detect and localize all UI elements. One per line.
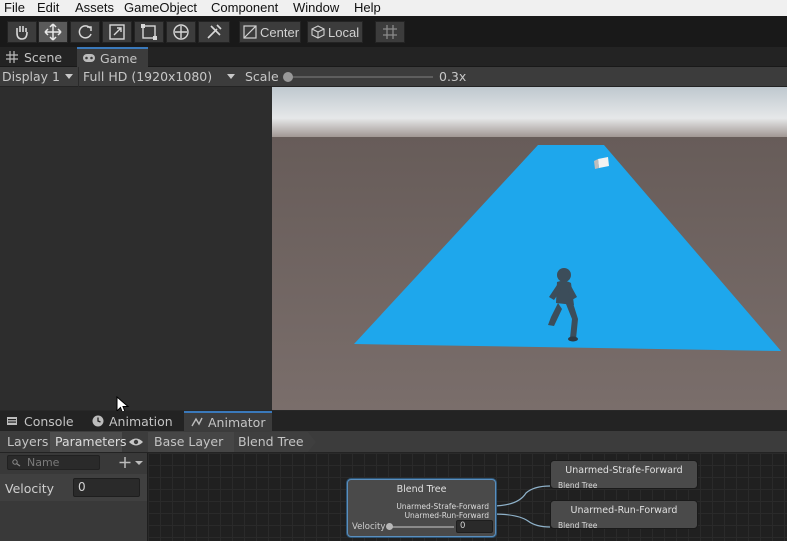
scale-tool-button[interactable] — [102, 21, 132, 43]
breadcrumb-separator — [226, 432, 234, 452]
tab-animation-label: Animation — [109, 413, 173, 429]
game-control-bar: Display 1 Full HD (1920x1080) Scale 0.3x — [0, 67, 787, 87]
resolution-dropdown-value: Full HD (1920x1080) — [83, 69, 213, 84]
gamepad-icon — [83, 54, 95, 62]
menu-help[interactable]: Help — [354, 0, 381, 15]
motion-node-run-forward[interactable]: Unarmed-Run-Forward Blend Tree — [550, 500, 698, 530]
tab-console[interactable]: Console — [2, 411, 82, 431]
view-tab-strip: Scene Game — [0, 47, 787, 67]
rotate-tool-button[interactable] — [70, 21, 100, 43]
tab-game[interactable]: Game — [77, 47, 148, 67]
space-local-label: Local — [328, 24, 360, 40]
cube-icon — [311, 25, 325, 39]
scale-slider-thumb[interactable] — [283, 72, 293, 82]
parameter-search-placeholder: Name — [27, 456, 60, 469]
blend-param-value-field[interactable]: 0 — [456, 520, 493, 533]
tab-animation[interactable]: Animation — [88, 411, 180, 431]
bottom-tab-strip: Console Animation Animator — [0, 411, 787, 431]
pivot-icon — [243, 25, 257, 39]
tab-scene[interactable]: Scene — [2, 47, 74, 67]
game-view[interactable] — [272, 87, 787, 410]
breadcrumb-separator — [308, 432, 316, 452]
blend-tree-param-label: Velocity — [352, 522, 386, 532]
eye-icon[interactable] — [128, 437, 144, 447]
clock-icon — [92, 415, 104, 427]
motion-node-title: Unarmed-Strafe-Forward — [565, 465, 683, 476]
tab-animator-label: Animator — [208, 414, 266, 430]
parameter-row[interactable]: Velocity 0 — [0, 474, 147, 501]
scale-icon — [109, 24, 125, 40]
grid-snap-icon — [383, 25, 397, 39]
breadcrumb-blend-tree[interactable]: Blend Tree — [234, 432, 308, 452]
motion-node-strafe-forward[interactable]: Unarmed-Strafe-Forward Blend Tree — [550, 460, 698, 490]
rect-icon — [141, 24, 157, 40]
sky — [272, 87, 787, 139]
blend-tree-node-title: Blend Tree — [396, 484, 447, 495]
parameters-tab[interactable]: Parameters — [50, 432, 127, 452]
pivot-center-label: Center — [260, 24, 300, 40]
rect-tool-button[interactable] — [134, 21, 164, 43]
move-icon — [44, 23, 62, 41]
game-render — [272, 87, 787, 410]
motion-node-subtitle: Blend Tree — [558, 481, 598, 490]
tab-game-label: Game — [100, 50, 138, 66]
display-dropdown[interactable]: Display 1 — [0, 67, 78, 87]
animator-header: Layers Parameters Base Layer Blend Tree — [0, 431, 787, 453]
grid-snap-button[interactable] — [375, 21, 405, 43]
space-local-button[interactable]: Local — [307, 21, 363, 43]
motion-node-title: Unarmed-Run-Forward — [570, 505, 678, 516]
menu-bar: File Edit Assets GameObject Component Wi… — [0, 0, 787, 16]
animator-icon — [191, 417, 203, 427]
menu-file[interactable]: File — [4, 0, 25, 15]
main-toolbar: Center Local — [0, 16, 787, 47]
custom-tool-button[interactable] — [198, 21, 230, 43]
chevron-down-icon — [65, 74, 73, 79]
menu-window[interactable]: Window — [293, 0, 339, 15]
plus-icon — [119, 457, 143, 468]
breadcrumb-base-layer[interactable]: Base Layer — [148, 432, 236, 452]
parameters-panel: Name Velocity 0 — [0, 453, 148, 541]
transform-tool-button[interactable] — [166, 21, 196, 43]
pivot-center-button[interactable]: Center — [239, 21, 301, 43]
add-parameter-button[interactable] — [118, 455, 146, 470]
chevron-down-icon — [227, 74, 235, 79]
motion-node-subtitle: Blend Tree — [558, 521, 598, 530]
blend-slider-track[interactable] — [388, 526, 454, 528]
menu-assets[interactable]: Assets — [75, 0, 114, 15]
blend-tree-motion-run: Unarmed-Run-Forward — [404, 511, 489, 520]
scale-label: Scale — [245, 69, 279, 84]
scene-grid-icon — [6, 51, 18, 63]
animator-graph[interactable]: Blend Tree Unarmed-Strafe-Forward Unarme… — [148, 453, 787, 541]
console-icon — [7, 417, 17, 425]
menu-component[interactable]: Component — [211, 0, 278, 15]
move-tool-button[interactable] — [38, 21, 68, 43]
blend-tree-node[interactable]: Blend Tree Unarmed-Strafe-Forward Unarme… — [347, 479, 496, 537]
blend-slider-thumb[interactable] — [386, 523, 393, 530]
hand-tool-button[interactable] — [7, 21, 37, 43]
menu-edit[interactable]: Edit — [37, 0, 59, 15]
menu-gameobject[interactable]: GameObject — [124, 0, 197, 15]
hand-icon — [16, 26, 28, 40]
layers-tab[interactable]: Layers — [1, 432, 49, 452]
transform-icon — [173, 24, 189, 40]
tools-icon — [207, 24, 222, 39]
tab-animator[interactable]: Animator — [184, 411, 272, 431]
parameter-name: Velocity — [5, 481, 55, 496]
resolution-dropdown[interactable]: Full HD (1920x1080) — [78, 67, 238, 87]
scale-value: 0.3x — [439, 69, 467, 84]
parameter-value-field[interactable]: 0 — [73, 478, 140, 497]
rotate-icon — [78, 25, 92, 39]
search-icon — [12, 459, 21, 467]
tab-console-label: Console — [24, 413, 74, 429]
tab-scene-label: Scene — [24, 49, 63, 65]
blend-tree-motion-strafe: Unarmed-Strafe-Forward — [396, 502, 489, 511]
scale-slider-track[interactable] — [286, 76, 433, 78]
display-dropdown-value: Display 1 — [2, 69, 61, 84]
parameter-search-input[interactable]: Name — [7, 455, 100, 470]
